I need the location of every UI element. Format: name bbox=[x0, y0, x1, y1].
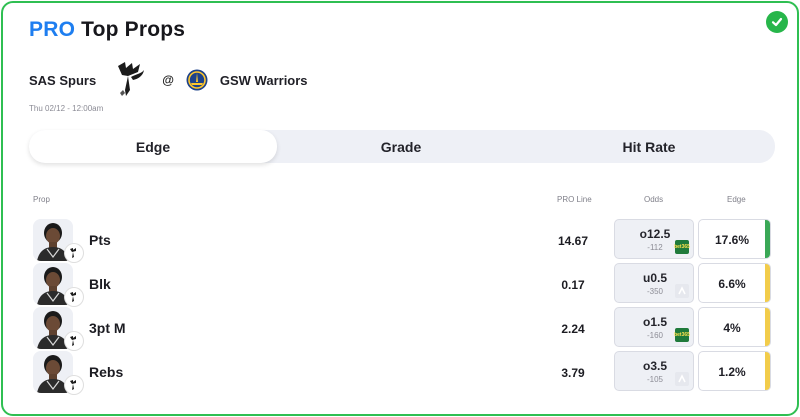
edge-value: 17.6% bbox=[714, 233, 750, 247]
spurs-logo-icon bbox=[118, 62, 145, 96]
odds-button[interactable]: o3.5 -105 bbox=[614, 351, 694, 391]
check-icon bbox=[766, 11, 788, 33]
prop-name: 3pt M bbox=[89, 320, 126, 336]
odds-line: o12.5 bbox=[639, 227, 671, 241]
sportsbook-label: 365 bbox=[681, 331, 690, 338]
page-title: PRO Top Props bbox=[29, 18, 185, 42]
edge-cell: 4% bbox=[698, 307, 771, 347]
team-badge-icon bbox=[65, 244, 83, 262]
pro-line-value: 3.79 bbox=[561, 366, 585, 380]
pro-line-value: 14.67 bbox=[557, 234, 589, 248]
sportsbook-icon: bet 365 bbox=[674, 240, 690, 254]
prop-row[interactable]: Rebs 3.79 o3.5 -105 1.2% bbox=[33, 351, 773, 395]
sportsbook-label: bet bbox=[674, 331, 682, 338]
sportsbook-icon bbox=[675, 284, 689, 298]
prop-name: Rebs bbox=[89, 364, 124, 380]
sportsbook-label: bet bbox=[674, 243, 682, 250]
odds-button[interactable]: u0.5 -350 bbox=[614, 263, 694, 303]
away-team-name: SAS Spurs bbox=[29, 72, 97, 88]
tab-grade[interactable]: Grade bbox=[277, 130, 525, 163]
column-header-odds: Odds bbox=[644, 195, 664, 204]
edge-value: 4% bbox=[723, 321, 741, 335]
matchup-header: SAS Spurs @ GSW Warriors bbox=[29, 60, 308, 100]
edge-cell: 6.6% bbox=[698, 263, 771, 303]
warriors-logo-icon bbox=[186, 69, 208, 91]
tab-edge[interactable]: Edge bbox=[29, 130, 277, 163]
game-datetime: Thu 02/12 - 12:00am bbox=[29, 104, 104, 113]
pro-label: PRO bbox=[29, 18, 76, 41]
odds-line: o1.5 bbox=[642, 315, 667, 329]
pro-line-value: 0.17 bbox=[561, 278, 585, 292]
odds-button[interactable]: o12.5 -112 bet 365 bbox=[614, 219, 694, 259]
edge-cell: 17.6% bbox=[698, 219, 771, 259]
pro-line-value: 2.24 bbox=[561, 322, 585, 336]
edge-value: 1.2% bbox=[718, 365, 746, 379]
edge-indicator-bar bbox=[765, 264, 770, 302]
column-header-pro-line: PRO Line bbox=[557, 195, 592, 204]
team-badge-icon bbox=[65, 288, 83, 306]
column-header-edge: Edge bbox=[727, 195, 746, 204]
column-header-prop: Prop bbox=[33, 195, 50, 204]
edge-value: 6.6% bbox=[718, 277, 746, 291]
odds-button[interactable]: o1.5 -160 bet 365 bbox=[614, 307, 694, 347]
home-team-name: GSW Warriors bbox=[219, 72, 308, 88]
odds-line: o3.5 bbox=[642, 359, 667, 373]
prop-name: Blk bbox=[89, 276, 111, 292]
sportsbook-label: 365 bbox=[681, 243, 690, 250]
sportsbook-icon bbox=[675, 372, 689, 386]
edge-indicator-bar bbox=[765, 308, 770, 346]
edge-indicator-bar bbox=[765, 220, 770, 258]
prop-name: Pts bbox=[89, 232, 111, 248]
prop-row[interactable]: Blk 0.17 u0.5 -350 6.6% bbox=[33, 263, 773, 307]
prop-row[interactable]: 3pt M 2.24 o1.5 -160 bet 365 4% bbox=[33, 307, 773, 351]
sort-tabs: Edge Grade Hit Rate bbox=[29, 130, 775, 163]
prop-row[interactable]: Pts 14.67 o12.5 -112 bet 365 17.6% bbox=[33, 219, 773, 263]
team-badge-icon bbox=[65, 332, 83, 350]
tab-hit-rate[interactable]: Hit Rate bbox=[525, 130, 773, 163]
sportsbook-icon: bet 365 bbox=[674, 328, 690, 342]
edge-cell: 1.2% bbox=[698, 351, 771, 391]
title-text: Top Props bbox=[81, 18, 186, 41]
odds-line: u0.5 bbox=[642, 271, 667, 285]
at-separator: @ bbox=[162, 73, 174, 87]
edge-indicator-bar bbox=[765, 352, 770, 390]
team-badge-icon bbox=[65, 376, 83, 394]
